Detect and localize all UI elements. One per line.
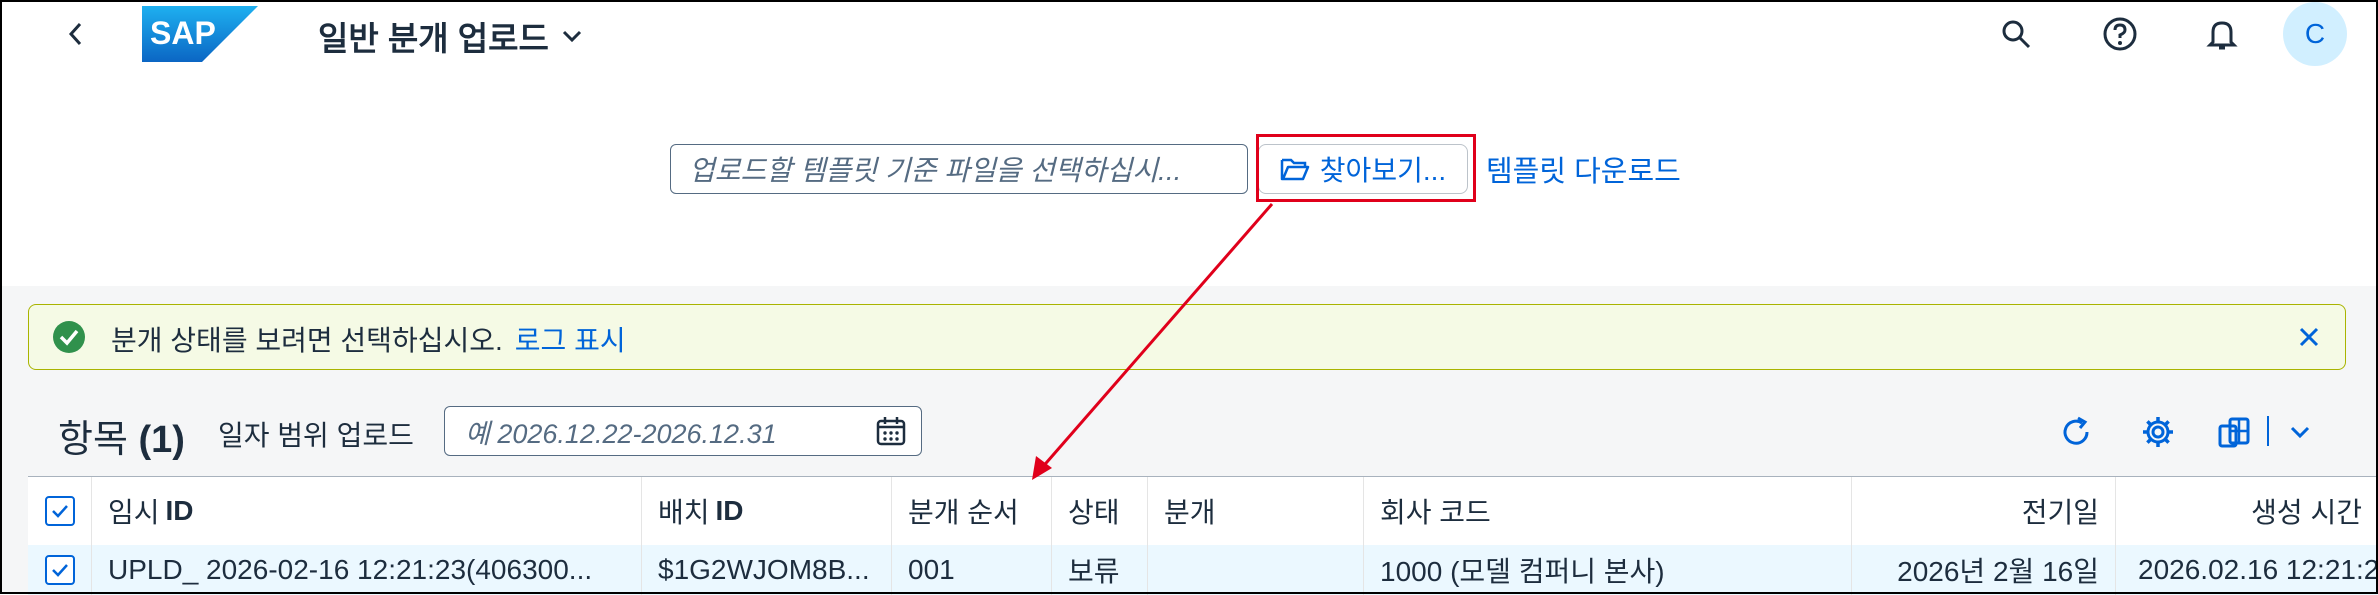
column-header-temp-id[interactable]: 임시 ID (92, 477, 642, 545)
browse-highlight-box (1256, 134, 1476, 202)
select-all-cell[interactable] (28, 477, 92, 545)
table-item-count: (1) (138, 419, 185, 461)
search-icon (2002, 20, 2031, 49)
template-download-link[interactable]: 템플릿 다운로드 (1486, 148, 1681, 190)
refresh-button[interactable] (2054, 410, 2098, 454)
back-button[interactable] (56, 14, 96, 54)
table-title-label: 항목 (58, 419, 128, 461)
journal-cell (1148, 545, 1364, 595)
created-cell: 2026.02.16 12:21:2 (2138, 554, 2378, 585)
gear-icon (2143, 417, 2173, 447)
column-header-journal[interactable]: 분개 (1148, 477, 1364, 545)
items-table: 임시 ID 배치 ID 분개 순서 상태 분개 회사 코드 전기일 생성 시간 UP… (28, 476, 2378, 595)
close-message-button[interactable] (2289, 317, 2329, 357)
avatar[interactable]: C (2283, 2, 2347, 66)
export-button[interactable] (2212, 410, 2256, 454)
message-text: 분개 상태를 보려면 선택하십시오. (111, 325, 503, 356)
column-header-status[interactable]: 상태 (1052, 477, 1148, 545)
table-row[interactable]: UPLD_ 2026-02-16 12:21:23(406300... $1G2… (28, 545, 2378, 595)
company-code-cell: 1000 (모델 컴퍼니 본사) (1364, 545, 1852, 595)
help-icon (2103, 17, 2137, 51)
chevron-down-icon (562, 30, 581, 43)
row-select-cell[interactable] (28, 545, 92, 595)
column-header-company-code[interactable]: 회사 코드 (1364, 477, 1852, 545)
success-message-strip: 분개 상태를 보려면 선택하십시오. 로그 표시 (28, 304, 2346, 370)
checkmark-icon (51, 505, 68, 518)
sap-logo[interactable]: SAP (140, 4, 260, 64)
app-title-menu[interactable]: 일반 분개 업로드 (318, 12, 583, 60)
table-header-row: 임시 ID 배치 ID 분개 순서 상태 분개 회사 코드 전기일 생성 시간 (28, 477, 2378, 547)
table-settings-button[interactable] (2136, 410, 2180, 454)
batch-id-cell: $1G2WJOM8B... (642, 545, 892, 595)
help-button[interactable] (2098, 12, 2142, 56)
notifications-button[interactable] (2200, 12, 2244, 56)
date-range-input[interactable]: 예 2026.12.22-2026.12.31 (444, 406, 922, 456)
search-button[interactable] (1994, 12, 2038, 56)
calendar-icon[interactable] (875, 415, 907, 447)
file-upload-input[interactable]: 업로드할 템플릿 기준 파일을 선택하십시... (670, 144, 1248, 194)
temp-id-link[interactable]: UPLD_ 2026-02-16 12:21:23(406300... (92, 545, 642, 595)
posting-date-cell: 2026년 2월 16일 (1852, 545, 2116, 595)
table-title: 항목 (1) (58, 408, 185, 463)
excel-export-icon (2218, 417, 2250, 448)
shell-bar: SAP 일반 분개 업로드 C (0, 0, 2378, 70)
close-icon (2299, 327, 2319, 347)
select-all-checkbox[interactable] (44, 496, 75, 526)
row-checkbox[interactable] (44, 555, 75, 585)
status-cell: 보류 (1052, 545, 1148, 595)
column-header-posting-date[interactable]: 전기일 (1852, 477, 2116, 545)
export-menu-button[interactable] (2278, 410, 2322, 454)
success-icon (53, 321, 85, 353)
column-header-created[interactable]: 생성 시간 (2116, 477, 2378, 545)
app-title: 일반 분개 업로드 (318, 20, 549, 57)
checkmark-icon (51, 564, 68, 577)
toolbar-separator (2267, 416, 2269, 446)
refresh-icon (2063, 416, 2089, 445)
date-range-label: 일자 범위 업로드 (218, 420, 414, 451)
column-header-batch-id[interactable]: 배치 ID (642, 477, 892, 545)
chevron-down-icon (2290, 426, 2310, 439)
column-header-sequence[interactable]: 분개 순서 (892, 477, 1052, 545)
chevron-left-icon (68, 22, 82, 46)
svg-text:SAP: SAP (150, 15, 216, 51)
sequence-cell: 001 (892, 545, 1052, 595)
date-range-placeholder: 예 2026.12.22-2026.12.31 (465, 418, 777, 449)
bell-icon (2206, 21, 2238, 50)
show-log-link[interactable]: 로그 표시 (515, 325, 626, 356)
